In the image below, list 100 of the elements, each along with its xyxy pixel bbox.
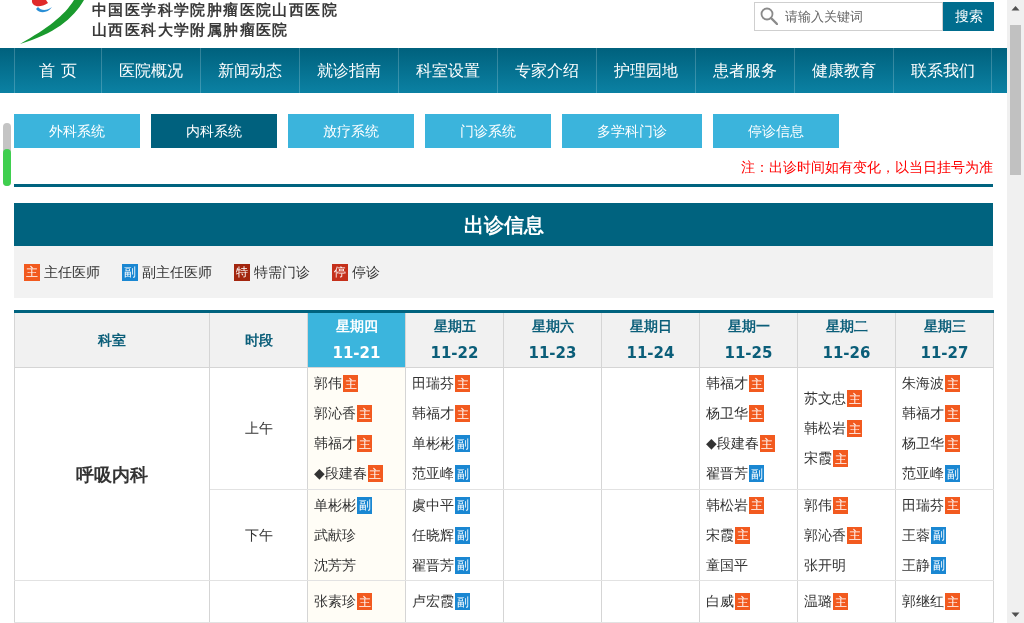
date-label: 11-24 <box>625 343 676 364</box>
doctor-name: 翟晋芳 <box>412 555 454 575</box>
title-badge: 主 <box>343 375 358 392</box>
nav-link[interactable]: 首 页 <box>14 48 101 93</box>
legend-badge: 停 <box>332 263 348 281</box>
title-badge: 主 <box>357 435 372 452</box>
doctor-name: 宋霞 <box>706 525 734 545</box>
title-badge: 主 <box>945 496 960 514</box>
nav-link[interactable]: 专家介绍 <box>497 48 596 93</box>
doctor-name: 白威 <box>706 592 734 611</box>
scrollbar-track[interactable] <box>1007 0 1024 623</box>
session-label: 上午 <box>209 367 308 490</box>
title-badge: 副 <box>455 435 470 452</box>
legend-badge: 副 <box>122 263 138 281</box>
doctor-name: 郭伟 <box>804 495 832 515</box>
title-badge: 主 <box>455 405 470 422</box>
scrollbar-thumb[interactable] <box>1010 25 1021 175</box>
title-badge: 主 <box>749 496 764 514</box>
title-badge: 副 <box>455 465 470 482</box>
doctor-name: 单彬彬 <box>412 434 454 453</box>
title-badge: 主 <box>735 593 750 610</box>
title-badge: 主 <box>833 593 848 610</box>
title-badge: 副 <box>749 465 764 482</box>
doctor-name: 杨卫华 <box>706 404 748 423</box>
doctor-name: 范亚峰 <box>412 464 454 483</box>
title-badge: 主 <box>367 465 383 482</box>
hospital-name: 山西医科大学附属肿瘤医院 <box>92 20 290 40</box>
doctor-name: 田瑞芬 <box>902 495 944 515</box>
legend-label: 停诊 <box>352 262 380 282</box>
title-badge: 副 <box>931 556 946 574</box>
doctor-name: 沈芳芳 <box>314 555 356 575</box>
doctor-name: 温璐 <box>804 592 832 611</box>
doctor-name: 田瑞芬 <box>412 374 454 393</box>
column-header: 时段 <box>209 311 308 368</box>
weekday-label: 星期二 <box>824 317 869 336</box>
doctor-name: 韩福才 <box>412 404 454 423</box>
doctor-name: 韩福才 <box>314 434 356 453</box>
title-badge: 副 <box>455 556 470 574</box>
doctor-name: 韩福才 <box>902 404 944 423</box>
session-label: 下午 <box>209 489 308 581</box>
doctor-name: 宋霞 <box>804 449 832 468</box>
nav-link[interactable]: 科室设置 <box>398 48 497 93</box>
nav-link[interactable]: 医院概况 <box>101 48 200 93</box>
nav-link[interactable]: 患者服务 <box>695 48 794 93</box>
hospital-name: 中国医学科学院肿瘤医院山西医院 <box>92 0 338 20</box>
doctor-name: 郭伟 <box>314 374 342 393</box>
title-badge: 主 <box>357 593 372 610</box>
doctor-name: 翟晋芳 <box>706 464 748 483</box>
side-indicator-icon <box>3 123 11 186</box>
legend-label: 副主任医师 <box>142 262 212 282</box>
doctor-name: 韩福才 <box>706 374 748 393</box>
title-badge: 主 <box>847 390 862 407</box>
weekday-label: 星期三 <box>922 317 967 336</box>
nav-link[interactable]: 就诊指南 <box>299 48 398 93</box>
nav-link[interactable]: 护理园地 <box>596 48 695 93</box>
doctor-name: ◆段建春 <box>706 434 759 453</box>
weekday-label: 星期六 <box>530 317 575 336</box>
doctor-name: 张素珍 <box>314 592 356 611</box>
column-header: 科室 <box>14 311 210 368</box>
title-badge: 主 <box>847 420 862 437</box>
doctor-name: 虞中平 <box>412 495 454 515</box>
date-label: 11-26 <box>821 343 872 364</box>
weekday-label: 星期日 <box>628 317 673 336</box>
search-button[interactable]: 搜索 <box>943 2 994 31</box>
doctor-name: 朱海波 <box>902 374 944 393</box>
search-field[interactable]: 请输入关键词 <box>754 2 943 31</box>
weekday-label: 星期五 <box>432 317 477 336</box>
title-badge: 主 <box>749 405 764 422</box>
date-label: 11-27 <box>919 343 970 364</box>
title-badge: 主 <box>945 435 960 452</box>
title-badge: 主 <box>833 450 848 467</box>
title-badge: 副 <box>357 496 372 514</box>
doctor-name: 童国平 <box>706 555 748 575</box>
doctor-name: 韩松岩 <box>804 419 846 438</box>
doctor-name: 范亚峰 <box>902 464 944 483</box>
doctor-name: 单彬彬 <box>314 495 356 515</box>
date-label: 11-25 <box>723 343 774 364</box>
doctor-name: 郭继红 <box>902 592 944 611</box>
doctor-name: 任晓辉 <box>412 525 454 545</box>
search-icon <box>760 7 778 25</box>
title-badge: 副 <box>455 496 470 514</box>
weekday-label: 星期一 <box>726 317 771 336</box>
system-tab[interactable]: 内科系统 <box>151 114 277 148</box>
title-badge: 主 <box>833 496 848 514</box>
doctor-name: 卢宏霞 <box>412 592 454 611</box>
legend-label: 特需门诊 <box>254 262 310 282</box>
nav-link[interactable]: 联系我们 <box>893 48 992 93</box>
title-badge: 主 <box>749 375 764 392</box>
nav-link[interactable]: 新闻动态 <box>200 48 299 93</box>
title-badge: 副 <box>455 526 470 544</box>
title-badge: 副 <box>945 465 960 482</box>
legend-badge: 特 <box>234 263 250 281</box>
doctor-name: 武献珍 <box>314 525 356 545</box>
title-badge: 主 <box>945 375 960 392</box>
legend-label: 主任医师 <box>44 262 100 282</box>
title-badge: 副 <box>455 593 470 610</box>
title-badge: 主 <box>455 375 470 392</box>
nav-link[interactable]: 健康教育 <box>794 48 893 93</box>
date-label: 11-22 <box>429 343 480 364</box>
doctor-name: 郭沁香 <box>804 525 846 545</box>
